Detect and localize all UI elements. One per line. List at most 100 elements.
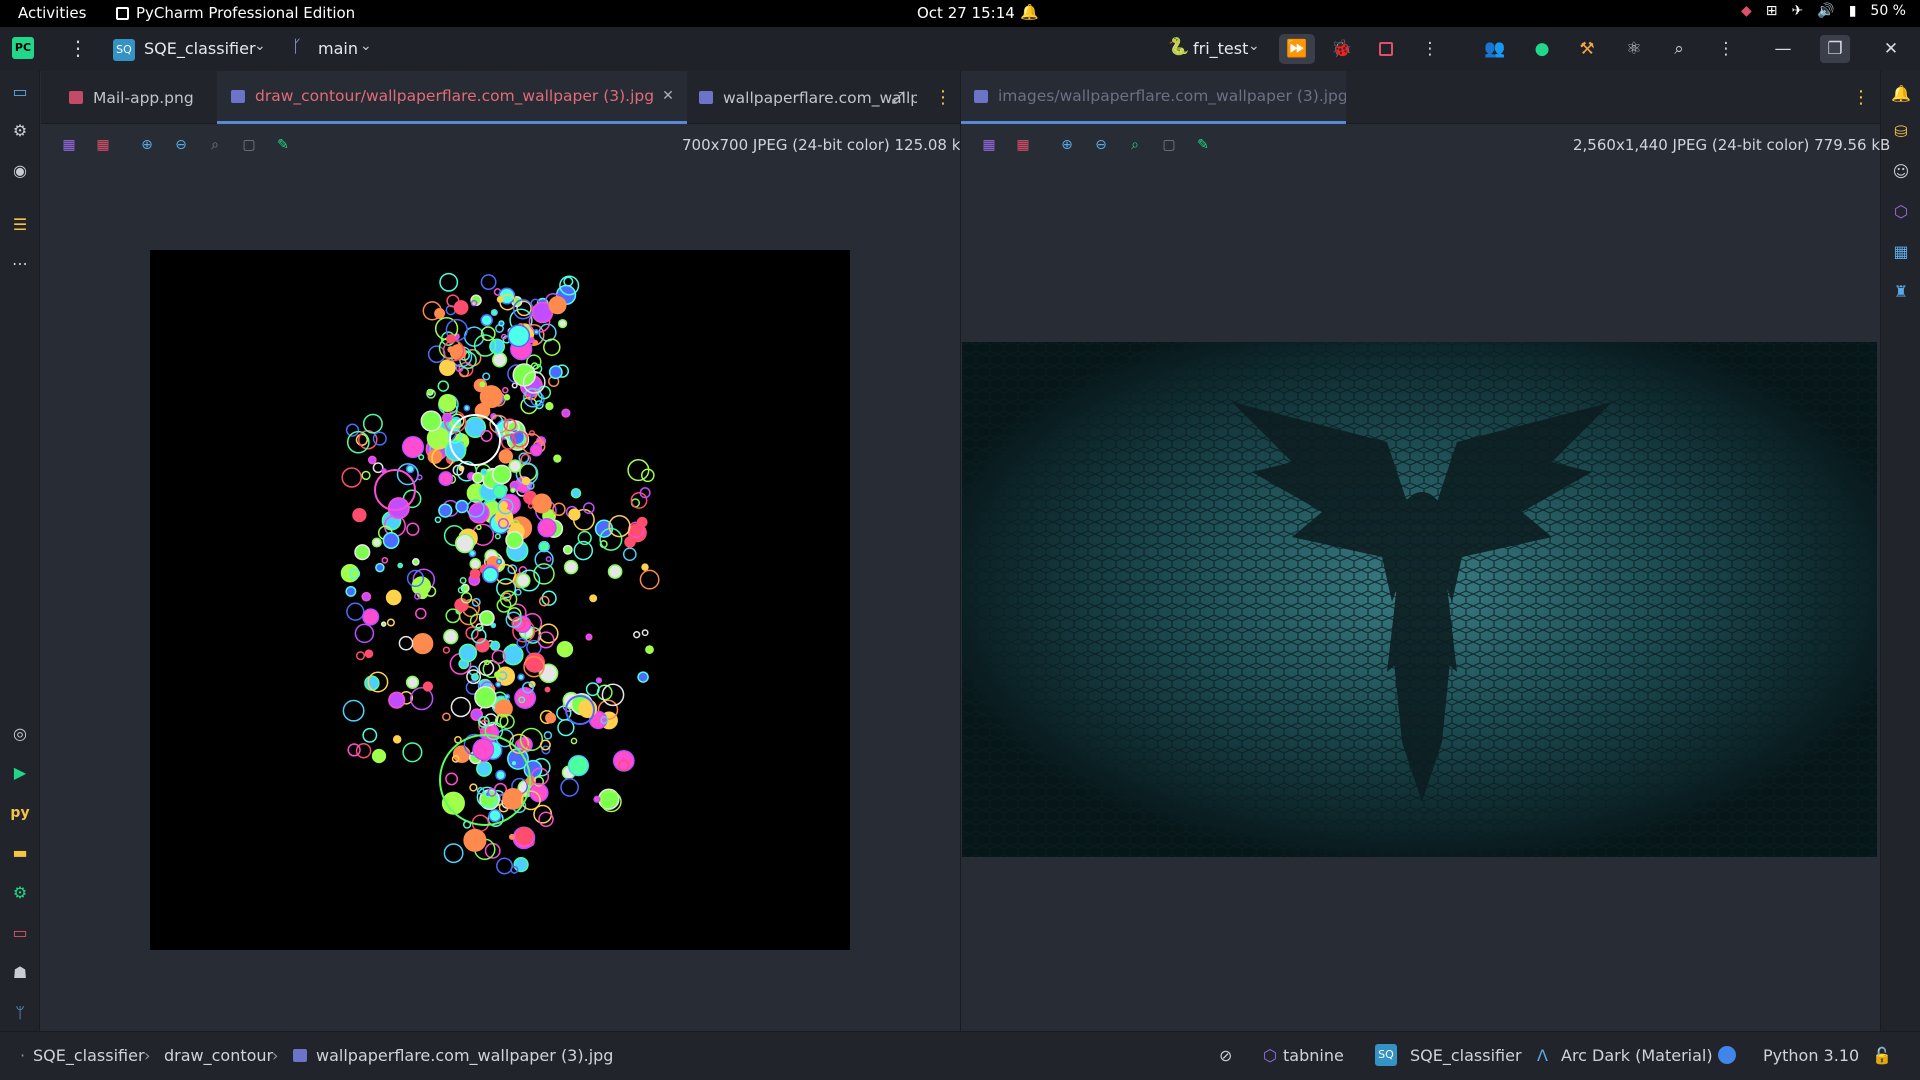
keypoint-circle bbox=[458, 643, 478, 663]
terminal-icon[interactable]: ▭ bbox=[7, 920, 33, 946]
atom-plugin-icon[interactable]: ⚛ bbox=[1616, 34, 1652, 64]
keypoint-circle bbox=[362, 727, 378, 743]
tab-images-wallpaper[interactable]: images/wallpaperflare.com_wallpaper (3).… bbox=[961, 71, 1346, 124]
tab-actions-icon[interactable]: ⋮ bbox=[1852, 71, 1866, 124]
maximize-editor-icon[interactable]: ⤢ bbox=[891, 71, 911, 124]
github-icon[interactable]: ◉ bbox=[7, 158, 33, 184]
tab-wallpaper[interactable]: wallpaperflare.com_wallpap bbox=[699, 71, 917, 124]
right-editor-tabs: images/wallpaperflare.com_wallpaper (3).… bbox=[961, 71, 1880, 124]
plugin-icon[interactable]: ⬡ bbox=[1888, 199, 1914, 225]
zoom-in-icon[interactable]: ⊕ bbox=[137, 135, 157, 155]
git-icon[interactable]: ᛘ bbox=[7, 1000, 33, 1026]
run-configuration-selector[interactable]: fri_test bbox=[1193, 39, 1248, 58]
grid-icon[interactable]: ▦ bbox=[93, 135, 113, 155]
stop-button[interactable] bbox=[1368, 34, 1404, 64]
tab-mail-app[interactable]: Mail-app.png bbox=[69, 71, 219, 124]
chessboard-icon[interactable]: ▦ bbox=[979, 135, 999, 155]
build-tools-icon[interactable]: ⚒ bbox=[1569, 34, 1605, 64]
keypoint-circle bbox=[463, 828, 487, 852]
debug-button[interactable]: 🐞 bbox=[1324, 34, 1360, 64]
editor-splitter[interactable] bbox=[960, 71, 961, 1031]
keypoint-circle bbox=[595, 677, 603, 684]
keypoint-circle bbox=[562, 544, 573, 555]
keypoint-circle bbox=[364, 675, 380, 691]
debug-tool-icon[interactable]: ☗ bbox=[7, 960, 33, 986]
color-picker-icon[interactable]: ✎ bbox=[1193, 135, 1213, 155]
hide-eye-icon[interactable]: ⊘ bbox=[1219, 1046, 1232, 1065]
problems-icon[interactable]: ◎ bbox=[7, 721, 33, 747]
tab-draw-contour-wallpaper[interactable]: draw_contour/wallpaperflare.com_wallpape… bbox=[217, 71, 687, 124]
branch-selector[interactable]: main bbox=[318, 39, 358, 58]
main-menu-icon[interactable]: ⋮ bbox=[68, 36, 88, 60]
restore-button[interactable]: ❐ bbox=[1820, 35, 1850, 63]
python-interpreter-selector[interactable]: Python 3.10 bbox=[1763, 1046, 1859, 1065]
clock[interactable]: Oct 27 15:14 bbox=[917, 4, 1015, 22]
keypoint-circle bbox=[548, 296, 567, 315]
image-info: 700x700 JPEG (24-bit color) 125.08 kB bbox=[682, 136, 971, 154]
sciview-table-icon[interactable]: ▦ bbox=[1888, 239, 1914, 265]
keypoint-circle bbox=[527, 502, 534, 509]
breadcrumb-item-file[interactable]: wallpaperflare.com_wallpaper (3).jpg bbox=[316, 1046, 613, 1065]
sonar-project-status[interactable]: SQE_classifier bbox=[1410, 1046, 1522, 1065]
rerun-button[interactable]: ⏩ bbox=[1279, 34, 1315, 64]
keypoint-circle bbox=[439, 272, 459, 292]
keypoint-circle bbox=[514, 588, 522, 596]
keypoint-circle bbox=[422, 681, 434, 692]
packages-icon[interactable]: ▬ bbox=[7, 840, 33, 866]
tab-actions-icon[interactable]: ⋮ bbox=[934, 71, 948, 124]
remote-host-icon[interactable]: ♜ bbox=[1888, 279, 1914, 305]
image-file-icon bbox=[231, 89, 245, 103]
chessboard-icon[interactable]: ▦ bbox=[59, 135, 79, 155]
fit-zoom-icon[interactable]: ▢ bbox=[239, 135, 259, 155]
color-picker-icon[interactable]: ✎ bbox=[273, 135, 293, 155]
keypoint-circle bbox=[503, 394, 511, 401]
notifications-icon[interactable]: 🔔 bbox=[1888, 81, 1914, 107]
close-tab-icon[interactable]: ✕ bbox=[662, 88, 674, 104]
theme-selector[interactable]: Arc Dark (Material) bbox=[1561, 1046, 1713, 1065]
breadcrumb-item-project[interactable]: SQE_classifier bbox=[33, 1046, 145, 1065]
zoom-in-icon[interactable]: ⊕ bbox=[1057, 135, 1077, 155]
chevron-down-icon[interactable]: ⌄ bbox=[360, 38, 372, 54]
database-icon[interactable]: ⛁ bbox=[1888, 119, 1914, 145]
project-view-icon[interactable]: ▭ bbox=[7, 79, 33, 105]
app-menu[interactable]: PyCharm Professional Edition bbox=[116, 4, 355, 22]
keypoint-circle bbox=[495, 681, 502, 688]
keypoint-circle bbox=[528, 336, 535, 344]
keypoint-circle bbox=[416, 474, 423, 481]
breadcrumb-item-folder[interactable]: draw_contour bbox=[164, 1046, 273, 1065]
search-icon[interactable]: ⌕ bbox=[1661, 34, 1697, 64]
python-console-icon[interactable]: py bbox=[7, 800, 33, 826]
tabnine-status[interactable]: tabnine bbox=[1283, 1046, 1344, 1065]
structure-icon[interactable]: ☰ bbox=[7, 212, 33, 238]
grid-icon[interactable]: ▦ bbox=[1013, 135, 1033, 155]
zoom-out-icon[interactable]: ⊖ bbox=[171, 135, 191, 155]
keypoint-circle bbox=[438, 471, 454, 487]
left-editor-tabs: Mail-app.png draw_contour/wallpaperflare… bbox=[41, 71, 960, 124]
lock-icon[interactable]: 🔓 bbox=[1872, 1046, 1892, 1065]
settings-icon[interactable]: ⚙ bbox=[7, 880, 33, 906]
project-selector[interactable]: SQE_classifier bbox=[144, 39, 256, 58]
fit-zoom-icon[interactable]: ▢ bbox=[1159, 135, 1179, 155]
close-window-button[interactable]: ✕ bbox=[1876, 35, 1906, 63]
keypoint-circle bbox=[443, 629, 459, 645]
run-icon[interactable]: ▶ bbox=[7, 760, 33, 786]
copilot-icon[interactable]: ☺ bbox=[1888, 159, 1914, 185]
pycharm-logo-icon[interactable]: PC bbox=[12, 37, 34, 59]
services-icon[interactable]: ⚙ bbox=[7, 118, 33, 144]
keypoint-circle bbox=[442, 646, 451, 654]
ai-assistant-icon[interactable]: ● bbox=[1524, 34, 1560, 64]
zoom-out-icon[interactable]: ⊖ bbox=[1091, 135, 1111, 155]
code-with-me-icon[interactable]: 👥 bbox=[1477, 34, 1513, 64]
activities-button[interactable]: Activities bbox=[18, 4, 86, 22]
actual-size-icon[interactable]: ⌕ bbox=[205, 135, 225, 155]
keypoint-circle bbox=[471, 673, 479, 682]
minimize-button[interactable]: — bbox=[1768, 35, 1798, 63]
stop-icon bbox=[1379, 42, 1393, 56]
chevron-down-icon[interactable]: ⌄ bbox=[254, 38, 266, 54]
more-tools-icon[interactable]: ⋯ bbox=[7, 251, 33, 277]
more-run-actions-icon[interactable]: ⋮ bbox=[1412, 34, 1448, 64]
system-tray[interactable]: ◆ ⊞ ✈ 🔊 ▮ 50 % bbox=[1741, 3, 1906, 19]
chevron-down-icon[interactable]: ⌄ bbox=[1248, 38, 1260, 54]
settings-menu-icon[interactable]: ⋮ bbox=[1708, 34, 1744, 64]
actual-size-icon[interactable]: ⌕ bbox=[1125, 135, 1145, 155]
